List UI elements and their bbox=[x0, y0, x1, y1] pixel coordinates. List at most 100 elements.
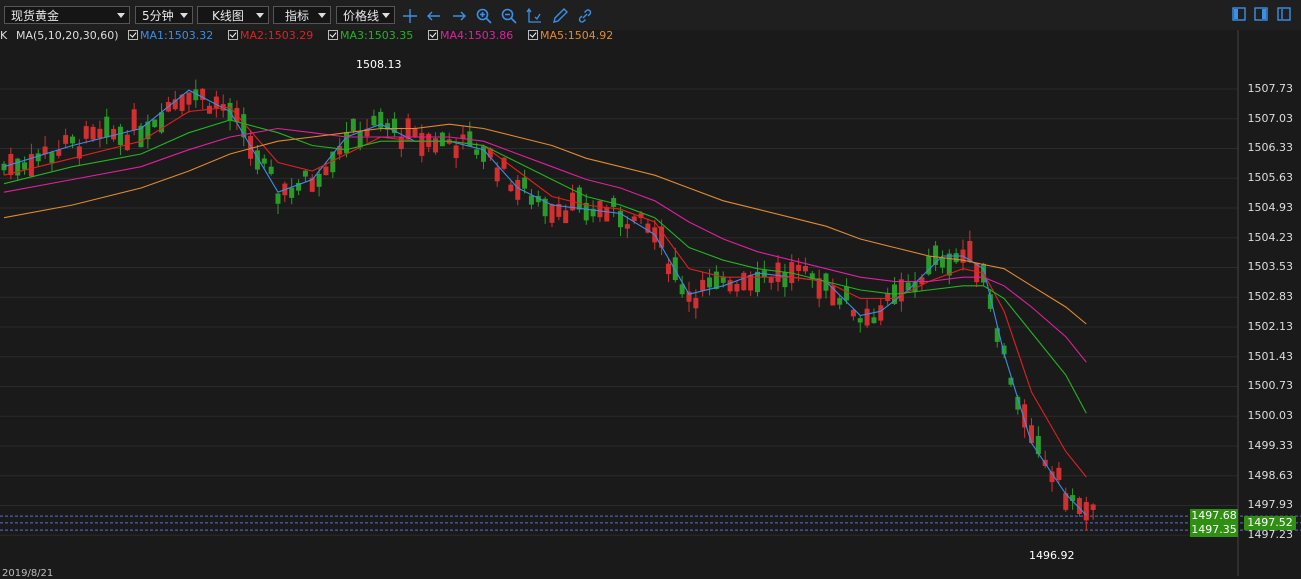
candle-body bbox=[1070, 495, 1076, 502]
y-tick-label: 1500.03 bbox=[1247, 409, 1294, 423]
candlestick-chart[interactable] bbox=[0, 0, 1301, 576]
candle-body bbox=[494, 167, 500, 182]
candle-body bbox=[1083, 502, 1089, 521]
moving-average-lines bbox=[3, 89, 1087, 516]
candle-body bbox=[1029, 425, 1034, 444]
legend-ma3-label: MA3:1503.35 bbox=[340, 29, 414, 42]
candle-body bbox=[775, 262, 781, 282]
ma-title: MA(5,10,20,30,60) bbox=[16, 29, 119, 42]
candle-body bbox=[371, 115, 377, 126]
candle-body bbox=[837, 298, 843, 305]
candle-body bbox=[796, 264, 802, 271]
candle-body bbox=[864, 308, 870, 326]
candle-body bbox=[871, 317, 877, 324]
y-tick-label: 1506.33 bbox=[1247, 141, 1294, 155]
legend-ma2-label: MA2:1503.29 bbox=[240, 29, 314, 42]
candle-body bbox=[433, 138, 439, 153]
candle-body bbox=[213, 96, 219, 109]
candle-body bbox=[453, 145, 459, 158]
ma-line-ma1 bbox=[3, 89, 1087, 516]
checkbox-icon[interactable] bbox=[128, 30, 138, 40]
ma-line-ma2 bbox=[3, 106, 1087, 478]
price-badge: 1497.35 bbox=[1190, 523, 1238, 538]
ma-line-ma5 bbox=[3, 123, 1087, 325]
candle-body bbox=[967, 240, 973, 262]
candle-body bbox=[261, 158, 267, 164]
candle-body bbox=[97, 128, 103, 139]
candle-body bbox=[734, 284, 740, 292]
candle-body bbox=[117, 126, 123, 146]
checkbox-icon[interactable] bbox=[228, 30, 238, 40]
candle-body bbox=[275, 193, 281, 204]
candle-body bbox=[289, 187, 295, 198]
y-tick-label: 1500.73 bbox=[1247, 379, 1294, 393]
candle-body bbox=[357, 131, 363, 148]
candle-body bbox=[713, 271, 719, 290]
legend-prefix: K bbox=[0, 29, 8, 42]
y-tick-label: 1501.43 bbox=[1247, 349, 1294, 363]
legend-ma1[interactable]: MA1:1503.32 bbox=[128, 29, 213, 43]
candle-body bbox=[90, 126, 96, 140]
candle-body bbox=[885, 293, 891, 301]
candle-body bbox=[707, 277, 713, 288]
candle-body bbox=[1, 163, 7, 171]
y-tick-label: 1507.03 bbox=[1247, 111, 1294, 125]
candle-body bbox=[802, 265, 808, 272]
legend-ma4[interactable]: MA4:1503.86 bbox=[428, 29, 513, 43]
candle-body bbox=[549, 204, 555, 223]
candle-body bbox=[665, 263, 671, 275]
candle-body bbox=[35, 153, 41, 162]
candle-body bbox=[323, 166, 329, 176]
candle-body bbox=[412, 128, 418, 138]
candle-body bbox=[316, 173, 322, 187]
legend-ma3[interactable]: MA3:1503.35 bbox=[328, 29, 413, 43]
candle-body bbox=[672, 257, 678, 281]
candle-body bbox=[700, 279, 706, 291]
y-tick-label: 1505.63 bbox=[1247, 171, 1294, 185]
candle-body bbox=[939, 257, 945, 268]
candle-body bbox=[419, 132, 425, 156]
candle-body bbox=[70, 136, 75, 144]
candle-body bbox=[426, 133, 432, 147]
low-annotation: 1496.92 bbox=[1029, 549, 1075, 563]
legend-ma5[interactable]: MA5:1504.92 bbox=[528, 29, 613, 43]
candles bbox=[1, 79, 1096, 531]
checkbox-icon[interactable] bbox=[428, 30, 438, 40]
date-label: 2019/8/21 bbox=[2, 568, 54, 579]
candle-body bbox=[528, 195, 534, 205]
candle-body bbox=[946, 253, 952, 276]
legend-ma1-label: MA1:1503.32 bbox=[140, 29, 214, 42]
high-annotation: 1508.13 bbox=[356, 57, 402, 71]
candle-body bbox=[15, 158, 21, 176]
checkbox-icon[interactable] bbox=[528, 30, 538, 40]
y-tick-label: 1503.53 bbox=[1247, 260, 1294, 274]
price-cursor-lines bbox=[0, 515, 1301, 531]
chart-grid bbox=[0, 30, 1239, 576]
candle-body bbox=[508, 184, 514, 192]
price-badge: 1497.52 bbox=[1244, 515, 1296, 530]
candle-body bbox=[248, 135, 254, 159]
legend-ma2[interactable]: MA2:1503.29 bbox=[228, 29, 313, 43]
candle-body bbox=[576, 187, 582, 210]
legend-ma5-label: MA5:1504.92 bbox=[540, 29, 614, 42]
candle-body bbox=[755, 271, 760, 293]
candle-body bbox=[104, 116, 110, 138]
candle-body bbox=[857, 318, 863, 323]
candle-body bbox=[878, 305, 884, 321]
y-tick-label: 1507.73 bbox=[1247, 81, 1294, 95]
candle-body bbox=[898, 279, 904, 302]
legend-ma4-label: MA4:1503.86 bbox=[440, 29, 514, 42]
candle-body bbox=[693, 298, 699, 309]
candle-body bbox=[782, 271, 788, 288]
candle-body bbox=[1056, 467, 1062, 481]
candle-body bbox=[727, 280, 733, 292]
candle-body bbox=[152, 119, 158, 128]
y-tick-label: 1504.23 bbox=[1247, 230, 1294, 244]
candle-body bbox=[350, 118, 356, 132]
candle-body bbox=[1090, 504, 1096, 510]
candle-body bbox=[768, 277, 774, 283]
candle-body bbox=[302, 170, 308, 177]
candle-body bbox=[844, 286, 850, 301]
checkbox-icon[interactable] bbox=[328, 30, 338, 40]
candle-body bbox=[268, 166, 274, 174]
